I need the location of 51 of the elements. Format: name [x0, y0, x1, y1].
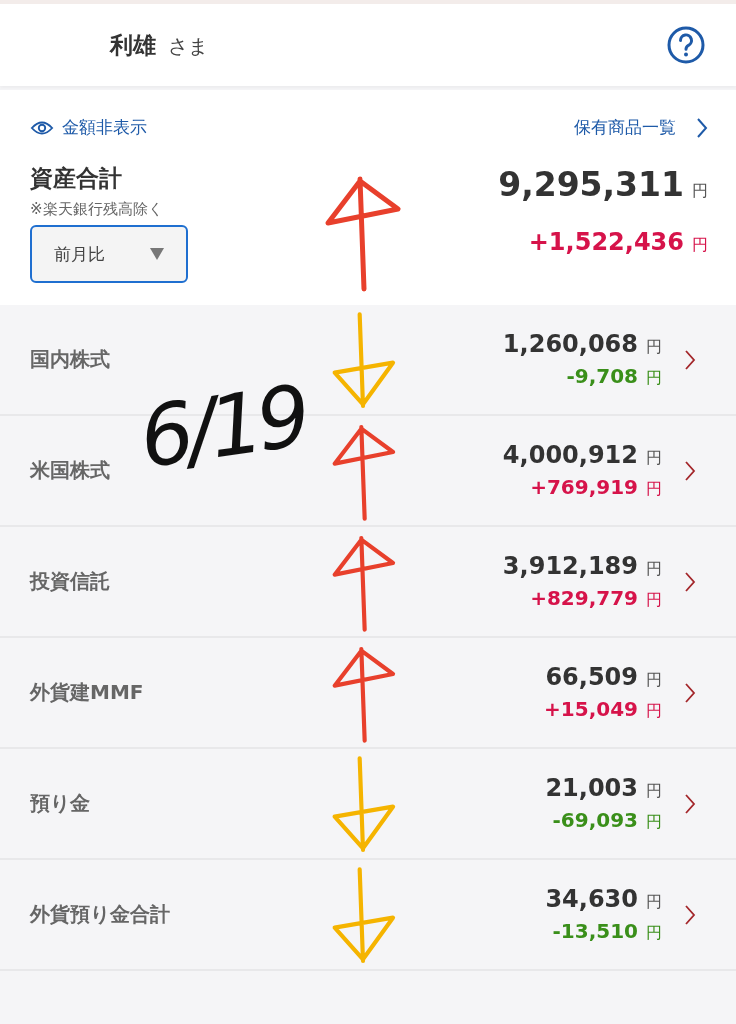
honorific: さま	[168, 32, 208, 60]
asset-change: -69,093	[552, 808, 638, 832]
asset-category: 国内株式	[30, 346, 111, 373]
chevron-right-icon[interactable]	[684, 459, 696, 482]
asset-change: +829,779	[530, 586, 638, 610]
yen-unit: 円	[646, 670, 662, 691]
period-dropdown[interactable]: 前月比	[30, 225, 188, 283]
asset-amount: 1,260,068	[502, 330, 638, 358]
yen-unit: 円	[646, 448, 662, 469]
yen-unit: 円	[692, 181, 708, 202]
asset-category: 外貨預り金合計	[30, 901, 171, 928]
asset-amount: 21,003	[545, 774, 638, 802]
handwritten-date: 6/19	[134, 373, 310, 481]
note-text: ※楽天銀行残高除く	[30, 200, 163, 219]
chevron-right-icon[interactable]	[684, 903, 696, 926]
asset-category: 投資信託	[30, 568, 111, 595]
asset-amount: 34,630	[545, 885, 638, 913]
chevron-right-icon[interactable]	[684, 348, 696, 371]
yen-unit: 円	[646, 812, 662, 833]
caret-icon	[150, 248, 164, 260]
hide-amounts-link[interactable]: 金額非表示	[30, 116, 147, 139]
total-change: +1,522,436	[528, 228, 684, 256]
yen-unit: 円	[646, 781, 662, 802]
asset-change: +769,919	[530, 475, 638, 499]
yen-unit: 円	[692, 235, 708, 256]
total-amount: 9,295,311	[498, 165, 684, 204]
help-icon[interactable]	[666, 25, 706, 65]
yen-unit: 円	[646, 337, 662, 358]
yen-unit: 円	[646, 479, 662, 500]
asset-change: -9,708	[566, 364, 638, 388]
asset-amount: 4,000,912	[502, 441, 638, 469]
yen-unit: 円	[646, 923, 662, 944]
yen-unit: 円	[646, 590, 662, 611]
asset-change: -13,510	[552, 919, 638, 943]
yen-unit: 円	[646, 892, 662, 913]
holdings-list-link[interactable]: 保有商品一覧	[574, 116, 708, 139]
asset-category: 米国株式	[30, 457, 111, 484]
asset-category: 預り金	[30, 790, 91, 817]
chevron-right-icon[interactable]	[684, 570, 696, 593]
asset-change: +15,049	[544, 697, 638, 721]
asset-category: 外貨建MMF	[30, 679, 145, 706]
chevron-right-icon[interactable]	[684, 681, 696, 704]
yen-unit: 円	[646, 701, 662, 722]
chevron-right-icon	[696, 116, 708, 139]
yen-unit: 円	[646, 559, 662, 580]
user-name: 利雄	[110, 30, 156, 60]
yen-unit: 円	[646, 368, 662, 389]
asset-amount: 3,912,189	[502, 552, 638, 580]
asset-amount: 66,509	[545, 663, 638, 691]
total-assets-title: 資産合計	[30, 164, 122, 193]
chevron-right-icon[interactable]	[684, 792, 696, 815]
